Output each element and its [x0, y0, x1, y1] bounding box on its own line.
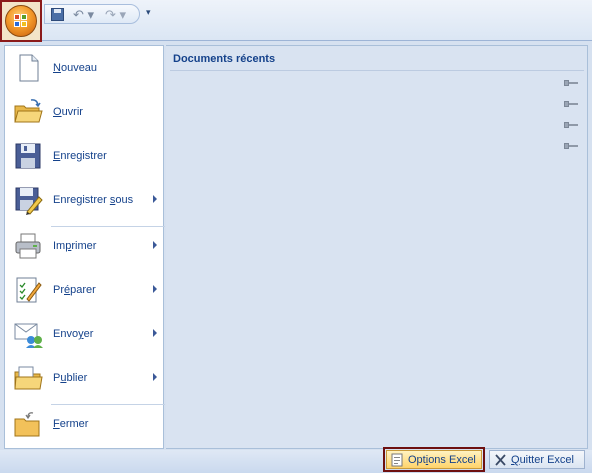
save-icon[interactable] — [51, 7, 65, 23]
menu-item-label: Envoyer — [53, 328, 94, 340]
customize-arrow-icon[interactable]: ▾ — [146, 6, 156, 18]
recent-documents-pane: Documents récents — [166, 45, 588, 449]
save-disk-icon — [13, 141, 43, 171]
office-logo-icon — [14, 14, 28, 28]
quit-excel-label: Quitter Excel — [511, 454, 574, 466]
submenu-arrow-icon — [153, 373, 157, 381]
office-menu: Nouveau Ouvrir Enregistrer Enregistrer s… — [0, 40, 592, 473]
undo-icon[interactable]: ↶ ▾ — [73, 7, 95, 23]
pin-icon[interactable] — [564, 142, 578, 150]
open-folder-icon — [13, 97, 43, 127]
submenu-arrow-icon — [153, 285, 157, 293]
close-icon — [494, 453, 507, 467]
close-folder-icon — [13, 409, 43, 439]
save-as-icon — [13, 185, 43, 215]
pin-icon[interactable] — [564, 79, 578, 87]
command-list: Nouveau Ouvrir Enregistrer Enregistrer s… — [4, 45, 165, 449]
recent-documents-title: Documents récents — [173, 53, 276, 65]
separator — [170, 70, 584, 71]
menu-item-enregistrer[interactable]: Enregistrer — [7, 136, 161, 178]
new-document-icon — [13, 53, 43, 83]
submenu-arrow-icon — [153, 241, 157, 249]
menu-item-enregistrer-sous[interactable]: Enregistrer sous — [7, 180, 161, 222]
menu-item-label: Préparer — [53, 284, 96, 296]
send-mail-icon — [13, 319, 43, 349]
pin-icon[interactable] — [564, 100, 578, 108]
menu-item-label: Fermer — [53, 418, 89, 430]
pin-icon[interactable] — [564, 121, 578, 129]
menu-item-envoyer[interactable]: Envoyer — [7, 314, 161, 356]
menu-item-label: Enregistrer sous — [53, 194, 134, 206]
submenu-arrow-icon — [153, 329, 157, 337]
excel-options-button[interactable]: Options Excel — [386, 450, 482, 469]
menu-item-label: Imprimer — [53, 240, 97, 252]
printer-icon — [13, 231, 43, 261]
menu-item-ouvrir[interactable]: Ouvrir — [7, 92, 161, 134]
quit-excel-button[interactable]: Quitter Excel — [489, 450, 585, 469]
excel-options-label: Options Excel — [408, 454, 476, 466]
prepare-document-icon — [13, 275, 43, 305]
options-document-icon — [391, 453, 404, 467]
menu-item-preparer[interactable]: Préparer — [7, 270, 161, 312]
submenu-arrow-icon — [153, 195, 157, 203]
menu-item-imprimer[interactable]: Imprimer — [7, 226, 161, 268]
menu-item-publier[interactable]: Publier — [7, 358, 161, 400]
office-button-frame — [0, 0, 42, 42]
office-button[interactable] — [5, 5, 37, 37]
quick-access-toolbar: ↶ ▾ ↷ ▾ — [44, 4, 140, 24]
menu-item-label: Nouveau — [53, 62, 98, 74]
menu-item-label: Publier — [53, 372, 88, 384]
menu-item-fermer[interactable]: Fermer — [7, 404, 161, 446]
menu-item-label: Ouvrir — [53, 106, 83, 118]
publish-folder-icon — [13, 363, 43, 393]
menu-item-nouveau[interactable]: Nouveau — [7, 48, 161, 90]
redo-icon[interactable]: ↷ ▾ — [105, 7, 127, 23]
menu-item-label: Enregistrer — [53, 150, 107, 162]
